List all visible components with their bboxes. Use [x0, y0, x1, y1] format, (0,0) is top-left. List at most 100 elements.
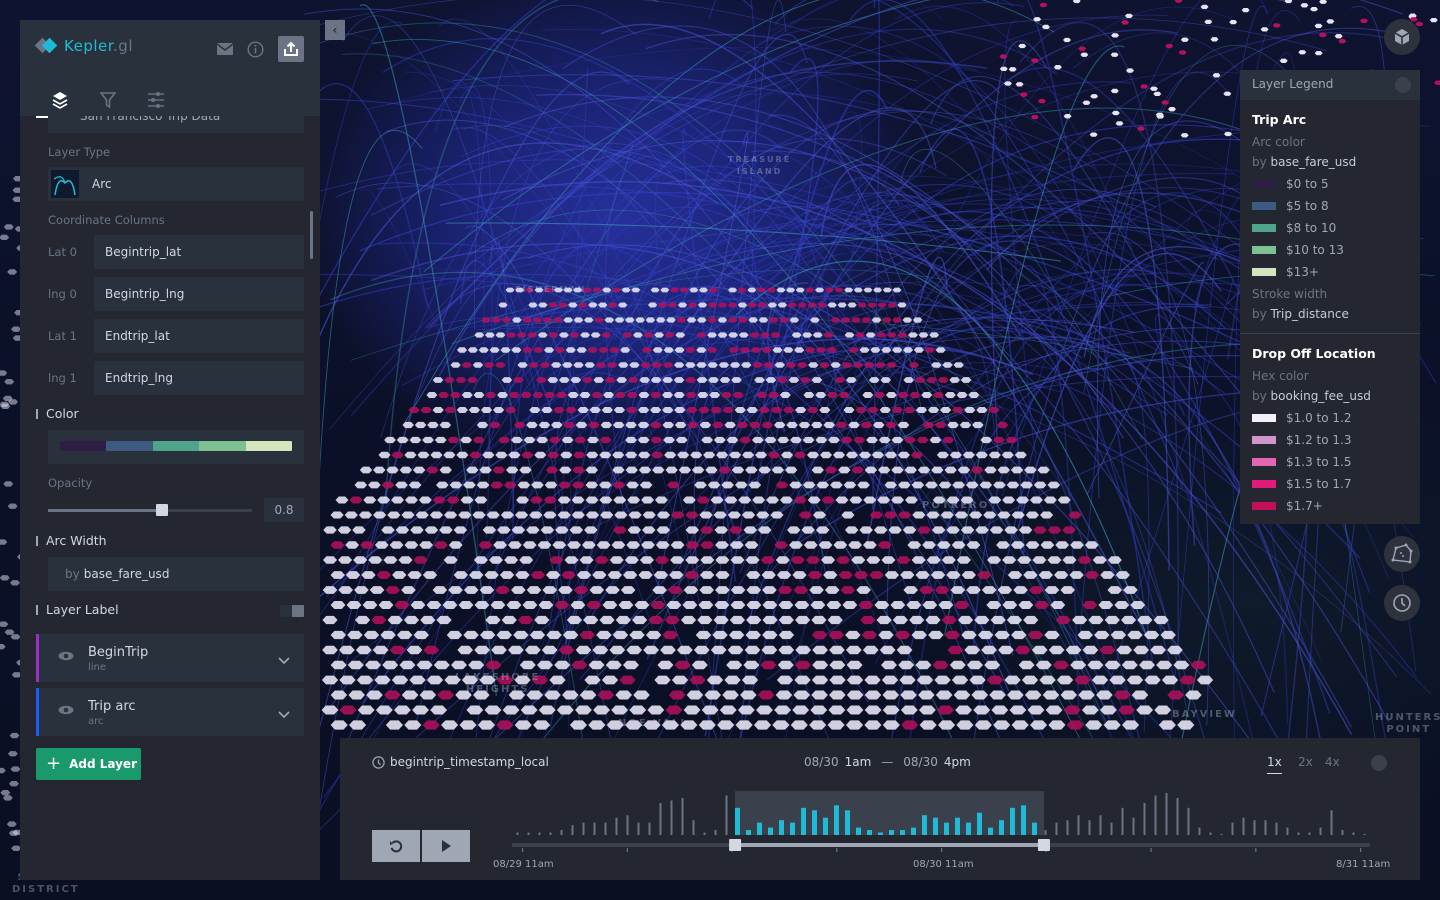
tab-layers[interactable] — [36, 84, 84, 118]
hexbin — [638, 466, 652, 474]
chevron-down-icon[interactable] — [278, 704, 290, 723]
hexbin — [988, 496, 1002, 504]
hexbin — [434, 436, 447, 444]
hexbin — [594, 317, 604, 323]
hexbin — [1037, 466, 1050, 474]
legend-swatch — [1252, 180, 1276, 188]
legend-item: $1.0 to 1.2 — [1252, 411, 1351, 425]
hexbin — [986, 675, 1004, 685]
hexbin — [1032, 556, 1047, 564]
draw-polygon-button[interactable] — [1384, 536, 1420, 572]
hexbin — [719, 705, 737, 715]
hexbin — [448, 586, 463, 594]
hexbin — [1004, 675, 1021, 685]
hexbin — [358, 511, 373, 519]
range-handle-end[interactable] — [1037, 839, 1050, 851]
column-select-lng1[interactable]: Endtrip_lng — [94, 361, 304, 395]
eye-icon[interactable] — [58, 704, 74, 719]
opacity-slider-handle[interactable] — [156, 504, 169, 516]
hexbin — [7, 503, 18, 509]
hexbin — [668, 690, 686, 700]
hexbin — [1062, 556, 1077, 564]
color-section-header[interactable]: Color — [36, 406, 79, 421]
timeline-tick — [522, 848, 524, 852]
legend-title: Layer Legend — [1252, 77, 1334, 91]
hexbin — [537, 541, 552, 549]
hexbin — [534, 451, 547, 459]
hexbin — [746, 601, 762, 609]
hexbin — [949, 377, 960, 383]
hexbin — [384, 690, 401, 700]
hexbin — [701, 436, 714, 444]
hexbin — [775, 690, 793, 700]
hexbin — [756, 705, 773, 715]
histogram-bar — [1121, 807, 1124, 835]
hexbin — [984, 466, 997, 474]
dataset-selector[interactable]: San Francisco Trip Data — [48, 116, 304, 133]
hexbin — [752, 496, 766, 504]
tab-interactions[interactable] — [132, 84, 180, 116]
hexbin — [403, 615, 420, 625]
hexbin — [1002, 556, 1017, 564]
hexbin — [549, 436, 561, 444]
hexbin — [599, 436, 612, 444]
layer-card-begintrip[interactable]: BeginTrip line — [36, 634, 304, 682]
range-handle-start[interactable] — [729, 839, 742, 851]
hexbin — [786, 526, 801, 534]
hexbin — [904, 466, 917, 474]
color-range-bar[interactable] — [60, 441, 292, 451]
hexbin — [693, 645, 710, 655]
column-select-lng0[interactable]: Begintrip_lng — [94, 277, 304, 311]
hexbin — [456, 406, 468, 414]
hexbin — [807, 571, 823, 579]
filter-icon — [100, 92, 116, 109]
legend-collapse-icon[interactable] — [1395, 77, 1411, 93]
hexbin — [482, 526, 497, 534]
hexbin — [824, 466, 838, 474]
chevron-down-icon[interactable] — [278, 650, 290, 669]
hexbin — [881, 556, 896, 564]
add-layer-button[interactable]: + Add Layer — [36, 748, 141, 780]
hexbin — [1006, 481, 1020, 489]
hexbin — [793, 690, 811, 700]
arc-width-section-header[interactable]: Arc Width — [36, 533, 107, 548]
3d-view-button[interactable] — [1384, 19, 1420, 55]
hexbin — [1077, 630, 1093, 640]
hexbin — [483, 362, 495, 368]
hexbin — [1111, 33, 1120, 38]
collapse-panel-button[interactable]: ‹ — [325, 20, 345, 40]
opacity-slider[interactable] — [48, 504, 252, 516]
hexbin — [8, 781, 19, 787]
legend-label: $1.3 to 1.5 — [1286, 455, 1352, 469]
hexbin — [841, 511, 855, 519]
share-button[interactable] — [278, 36, 304, 62]
column-select-lat1[interactable]: Endtrip_lat — [94, 319, 304, 353]
hexbin — [10, 766, 21, 772]
layer-type-selector[interactable]: Arc — [48, 167, 304, 201]
hexbin — [485, 615, 501, 625]
eye-icon[interactable] — [58, 650, 74, 665]
legend-swatch — [1252, 502, 1276, 510]
hexbin — [371, 615, 387, 625]
layer-card-trip-arc[interactable]: Trip arc arc — [36, 688, 304, 736]
layer-label-section-header[interactable]: Layer Label — [36, 602, 119, 617]
hexbin — [1065, 645, 1082, 655]
layer-label-toggle[interactable] — [280, 605, 304, 617]
column-select-lat0[interactable]: Begintrip_lat — [94, 235, 304, 269]
toggle-timeline-button[interactable] — [1384, 585, 1420, 621]
hexbin — [915, 660, 932, 670]
hexbin — [974, 720, 992, 730]
info-icon[interactable] — [244, 38, 266, 60]
hexbin — [724, 496, 738, 504]
hexbin — [401, 511, 415, 519]
mail-icon[interactable] — [214, 38, 236, 60]
hexbin — [613, 496, 627, 504]
panel-scrollbar[interactable] — [310, 211, 313, 259]
hexbin — [819, 406, 831, 414]
hexbin — [1018, 43, 1027, 49]
tab-filters[interactable] — [84, 84, 132, 116]
arc-width-field-selector[interactable]: by base_fare_usd — [48, 557, 304, 591]
hexbin — [1025, 541, 1040, 549]
hexbin — [0, 370, 8, 376]
opacity-input[interactable]: 0.8 — [264, 498, 304, 522]
